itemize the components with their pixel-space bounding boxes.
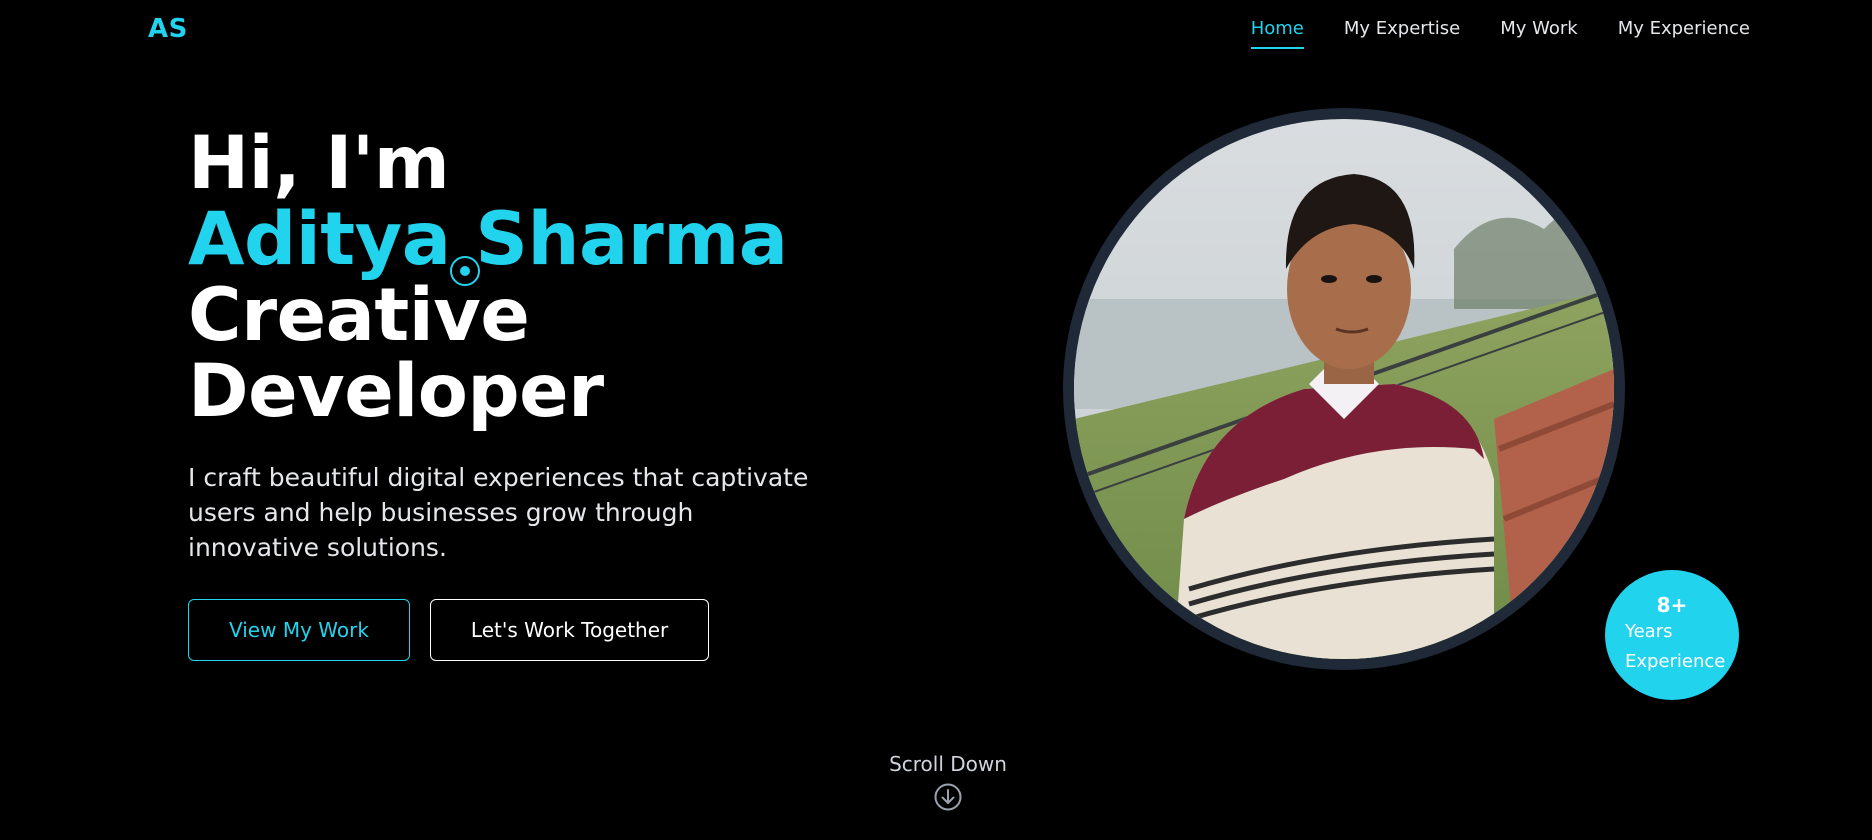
hero-section: Hi, I'm Aditya Sharma Creative Developer… [188,126,868,661]
arrow-down-circle-icon[interactable] [933,782,963,816]
hero-name: Aditya Sharma [188,197,788,282]
nav-home[interactable]: Home [1250,18,1305,49]
scroll-down-indicator[interactable]: Scroll Down [0,752,1872,816]
page: AS Home My Expertise My Work My Experien… [0,0,1872,840]
nav-my-expertise[interactable]: My Expertise [1344,18,1460,49]
nav-my-work[interactable]: My Work [1500,18,1577,49]
main-nav: Home My Expertise My Work My Experience [1250,18,1750,49]
experience-label-line1: Years [1625,621,1673,642]
experience-years-value: 8+ [1656,593,1688,617]
scroll-down-label: Scroll Down [889,752,1007,776]
experience-label-line2: Experience [1625,651,1726,672]
experience-badge: 8+ Years Experience [1605,570,1739,700]
hero-intro: I craft beautiful digital experiences th… [188,463,809,562]
hero-role-line1: Creative [188,273,530,358]
hero-role-line2: Developer [188,349,604,434]
nav-my-experience[interactable]: My Experience [1618,18,1750,49]
hero-greeting: Hi, I'm [188,121,450,206]
custom-cursor-icon [450,256,480,286]
portrait-frame [1063,108,1625,670]
lets-work-together-button[interactable]: Let's Work Together [429,599,710,661]
profile-photo [1074,119,1614,659]
view-my-work-button[interactable]: View My Work [188,599,410,661]
hero-headline: Hi, I'm Aditya Sharma Creative Developer [188,126,868,430]
hero-buttons: View My Work Let's Work Together [188,599,868,661]
logo[interactable]: AS [148,14,188,44]
